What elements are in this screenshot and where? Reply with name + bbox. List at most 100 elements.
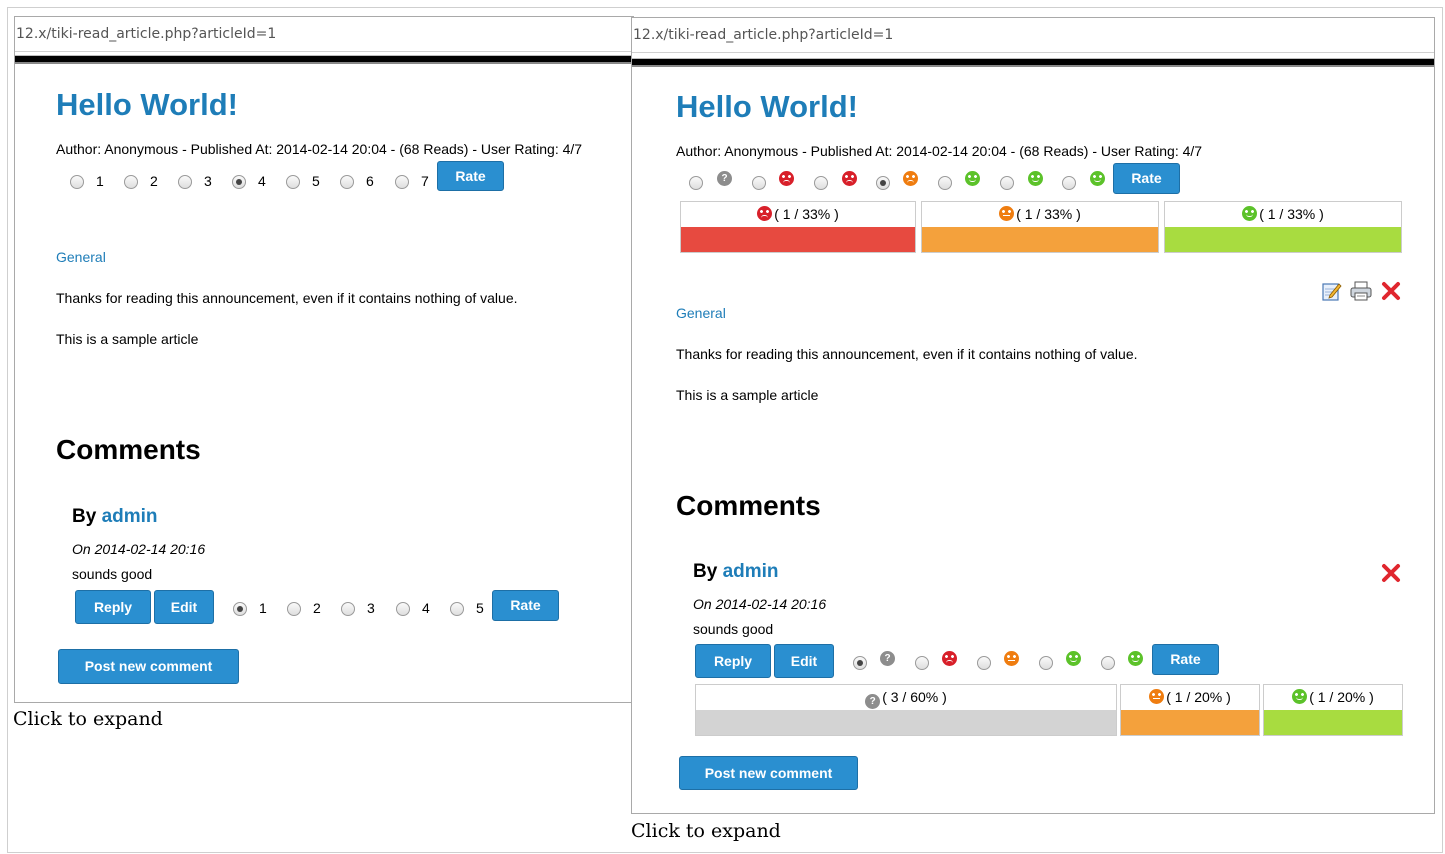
caption-left: Click to expand <box>13 708 163 730</box>
rating-radio-1[interactable] <box>689 176 703 190</box>
edit-button[interactable]: Edit <box>774 644 834 678</box>
comment-rating-label-5: 5 <box>476 600 484 616</box>
delete-icon[interactable] <box>1381 281 1401 301</box>
comment-rating-label-3: 3 <box>367 600 375 616</box>
comment-date: On 2014-02-14 20:16 <box>72 541 206 557</box>
frown-face-icon <box>842 171 857 186</box>
edit-button[interactable]: Edit <box>154 590 214 624</box>
rating-radio-3[interactable] <box>178 175 192 189</box>
comment-rating-radio-4[interactable] <box>396 602 410 616</box>
rating-radio-5[interactable] <box>938 176 952 190</box>
rating-radio-2[interactable] <box>752 176 766 190</box>
rating-label-7: 7 <box>421 173 429 189</box>
rating-result-bar <box>1121 710 1259 735</box>
post-new-comment-button[interactable]: Post new comment <box>58 649 239 684</box>
rating-radio-6[interactable] <box>1000 176 1014 190</box>
rating-result-label: ( 1 / 33% ) <box>922 202 1158 226</box>
comment-rating-radio-3[interactable] <box>977 656 991 670</box>
neutral-face-icon <box>999 206 1015 221</box>
article-body-1: Thanks for reading this announcement, ev… <box>676 346 1138 362</box>
top-bar <box>632 58 1434 67</box>
rating-radio-7[interactable] <box>395 175 409 189</box>
reply-button[interactable]: Reply <box>695 644 771 678</box>
smile-face-icon <box>1066 651 1081 666</box>
smile-face-icon <box>1128 651 1143 666</box>
comments-heading: Comments <box>676 490 821 521</box>
smile-face-icon <box>1090 171 1105 186</box>
comment-rating-label-4: 4 <box>422 600 430 616</box>
post-new-comment-button[interactable]: Post new comment <box>679 756 858 790</box>
comment-byline: By admin <box>72 506 158 528</box>
rating-radio-3[interactable] <box>814 176 828 190</box>
comment-rating-radio-1[interactable] <box>853 656 867 670</box>
edit-icon[interactable] <box>1322 281 1342 301</box>
comment-rating-result-cell: ?( 3 / 60% ) <box>695 684 1117 736</box>
rate-button[interactable]: Rate <box>437 161 504 191</box>
article-body-2: This is a sample article <box>676 387 819 403</box>
comment-rating-result-cell: ( 1 / 20% ) <box>1120 684 1260 736</box>
smile-face-icon <box>965 171 980 186</box>
comment-body: sounds good <box>72 566 153 582</box>
print-icon[interactable] <box>1350 281 1372 301</box>
comment-rating-radio-5[interactable] <box>450 602 464 616</box>
comment-rating-radio-2[interactable] <box>915 656 929 670</box>
neutral-face-icon <box>1004 651 1019 666</box>
rating-result-cell: ( 1 / 33% ) <box>1164 201 1402 253</box>
rating-radio-1[interactable] <box>70 175 84 189</box>
comment-rate-button[interactable]: Rate <box>492 590 559 621</box>
comment-rating-result-cell: ( 1 / 20% ) <box>1263 684 1403 736</box>
url-bar: 12.x/tiki-read_article.php?articleId=1 <box>632 18 1434 53</box>
comments-heading: Comments <box>56 434 201 465</box>
smile-face-icon <box>1242 206 1258 221</box>
rate-button[interactable]: Rate <box>1113 163 1180 194</box>
reply-button[interactable]: Reply <box>75 590 151 624</box>
comment-by-label: By <box>72 506 97 527</box>
article-meta: Author: Anonymous - Published At: 2014-0… <box>676 143 1203 159</box>
frown-face-icon <box>942 651 957 666</box>
comment-rating-label-1: 1 <box>259 600 267 616</box>
rating-radio-2[interactable] <box>124 175 138 189</box>
comment-rating-radio-5[interactable] <box>1101 656 1115 670</box>
comment-author-link[interactable]: admin <box>102 506 158 527</box>
comment-rate-button[interactable]: Rate <box>1152 644 1219 675</box>
rating-result-bar <box>681 227 915 252</box>
rating-label-3: 3 <box>204 173 212 189</box>
question-face-icon: ? <box>865 694 881 709</box>
article-title: Hello World! <box>56 87 238 122</box>
rating-radio-7[interactable] <box>1062 176 1076 190</box>
rating-result-label: ?( 3 / 60% ) <box>696 685 1116 709</box>
rating-radio-6[interactable] <box>340 175 354 189</box>
comment-rating-radio-3[interactable] <box>341 602 355 616</box>
comment-delete-icon[interactable] <box>1381 563 1401 583</box>
caption-right: Click to expand <box>631 820 781 842</box>
rating-result-cell: ( 1 / 33% ) <box>921 201 1159 253</box>
top-bar <box>15 55 633 64</box>
question-face-icon: ? <box>717 171 732 186</box>
rating-result-label: ( 1 / 20% ) <box>1121 685 1259 709</box>
category-link[interactable]: General <box>676 305 726 321</box>
article-body-1: Thanks for reading this announcement, ev… <box>56 290 518 306</box>
comment-rating-radio-1[interactable] <box>233 602 247 616</box>
rating-label-1: 1 <box>96 173 104 189</box>
comment-rating-radio-2[interactable] <box>287 602 301 616</box>
comment-rating-label-2: 2 <box>313 600 321 616</box>
rating-label-5: 5 <box>312 173 320 189</box>
screenshot-left[interactable]: 12.x/tiki-read_article.php?articleId=1 H… <box>14 16 634 703</box>
rating-radio-4[interactable] <box>232 175 246 189</box>
rating-label-2: 2 <box>150 173 158 189</box>
category-link[interactable]: General <box>56 249 106 265</box>
screenshot-right[interactable]: 12.x/tiki-read_article.php?articleId=1 H… <box>631 17 1435 814</box>
url-bar: 12.x/tiki-read_article.php?articleId=1 <box>15 17 633 52</box>
article-title: Hello World! <box>676 89 858 124</box>
comment-author-link[interactable]: admin <box>723 561 779 582</box>
comment-body: sounds good <box>693 621 774 637</box>
rating-radio-5[interactable] <box>286 175 300 189</box>
rating-result-label: ( 1 / 33% ) <box>681 202 915 226</box>
comment-rating-radio-4[interactable] <box>1039 656 1053 670</box>
rating-result-label: ( 1 / 20% ) <box>1264 685 1402 709</box>
rating-result-label: ( 1 / 33% ) <box>1165 202 1401 226</box>
rating-result-bar <box>922 227 1158 252</box>
rating-result-bar <box>1165 227 1401 252</box>
question-face-icon: ? <box>880 651 895 666</box>
rating-radio-4[interactable] <box>876 176 890 190</box>
